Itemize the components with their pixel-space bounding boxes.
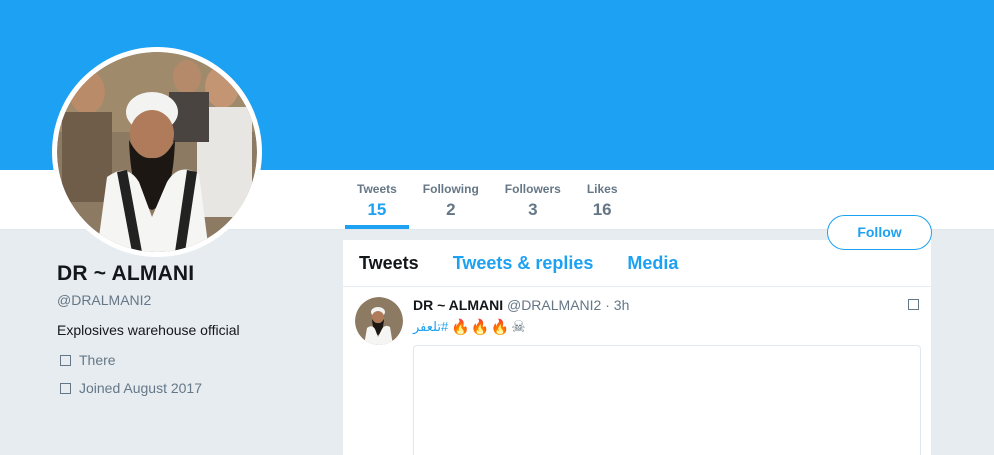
stat-label: Tweets	[357, 182, 397, 196]
stat-value: 15	[367, 200, 387, 219]
stat-tweets[interactable]: Tweets 15	[345, 170, 409, 230]
chevron-down-icon[interactable]	[908, 299, 919, 310]
profile-location-text: There	[79, 352, 116, 368]
tweet-media-card[interactable]	[413, 345, 921, 455]
tweet-timestamp[interactable]: 3h	[614, 297, 630, 313]
profile-stats: Tweets 15 Following 2 Followers 3 Likes …	[345, 170, 632, 230]
tweet-body: DR ~ ALMANI @DRALMANI2 · 3h #تلعفر 🔥 🔥 🔥…	[413, 297, 921, 337]
profile-location: There	[57, 352, 317, 368]
avatar-photo	[57, 52, 257, 252]
follow-button[interactable]: Follow	[827, 215, 932, 250]
stat-label: Followers	[504, 182, 561, 196]
tweet-text: #تلعفر 🔥 🔥 🔥 ☠	[413, 317, 921, 337]
fire-icon: 🔥	[470, 319, 490, 336]
tweet-separator: ·	[605, 297, 610, 313]
stat-likes[interactable]: Likes 16	[575, 170, 630, 230]
profile-name[interactable]: DR ~ ALMANI	[57, 262, 317, 286]
stat-value: 16	[592, 200, 612, 219]
location-icon	[60, 354, 71, 366]
stat-followers[interactable]: Followers 3	[493, 170, 573, 230]
skull-crossbones-icon: ☠	[511, 319, 526, 336]
tweet[interactable]: DR ~ ALMANI @DRALMANI2 · 3h #تلعفر 🔥 🔥 🔥…	[343, 287, 931, 455]
stat-following[interactable]: Following 2	[411, 170, 491, 230]
tab-tweets-replies[interactable]: Tweets & replies	[453, 253, 594, 274]
timeline: Tweets Tweets & replies Media DR ~ ALMAN…	[343, 240, 931, 455]
profile-card: DR ~ ALMANI @DRALMANI2 Explosives wareho…	[57, 262, 317, 396]
tweet-avatar[interactable]	[355, 297, 403, 345]
profile-bio: Explosives warehouse official	[57, 322, 240, 338]
tweet-author-name[interactable]: DR ~ ALMANI	[413, 297, 503, 313]
fire-icon: 🔥	[490, 319, 510, 336]
stat-label: Following	[422, 182, 479, 196]
stat-value: 2	[446, 200, 456, 219]
profile-joined: Joined August 2017	[57, 380, 317, 396]
tweet-header: DR ~ ALMANI @DRALMANI2 · 3h	[413, 297, 921, 313]
profile-avatar[interactable]	[52, 47, 262, 257]
stat-value: 3	[528, 200, 538, 219]
profile-handle[interactable]: @DRALMANI2	[57, 292, 317, 308]
tweet-author-handle[interactable]: @DRALMANI2	[507, 297, 601, 313]
tweet-hashtag[interactable]: #تلعفر	[413, 319, 448, 335]
profile-page: Tweets 15 Following 2 Followers 3 Likes …	[0, 0, 994, 455]
stat-label: Likes	[586, 182, 618, 196]
tab-media[interactable]: Media	[627, 253, 678, 274]
fire-icon: 🔥	[451, 319, 470, 336]
calendar-icon	[60, 382, 71, 394]
tab-tweets[interactable]: Tweets	[359, 253, 419, 274]
profile-joined-text: Joined August 2017	[79, 380, 202, 396]
